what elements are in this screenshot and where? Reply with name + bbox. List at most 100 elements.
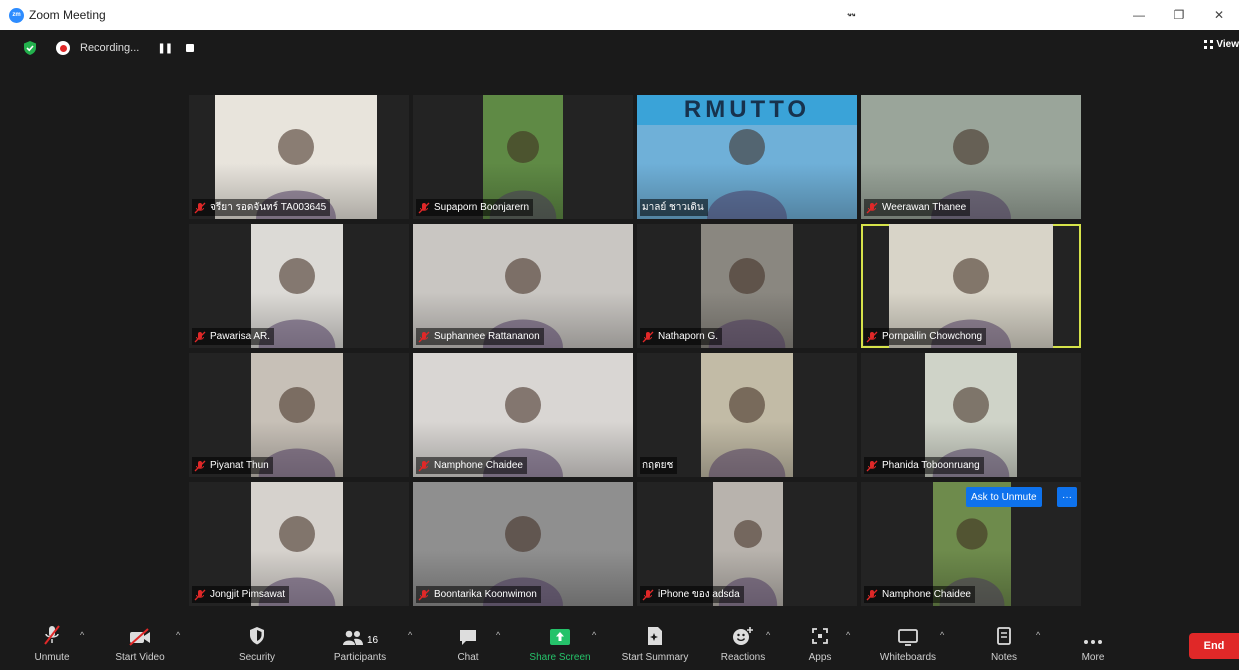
participant-name-tag: Phanida Toboonruang xyxy=(864,457,984,474)
start-video-label: Start Video xyxy=(115,652,165,663)
participant-video-tile[interactable]: Phanida Toboonruang xyxy=(861,353,1081,477)
share-options-caret[interactable]: ^ xyxy=(592,630,596,640)
participant-name-tag: Jongjit Pimsawat xyxy=(192,586,290,603)
chat-label: Chat xyxy=(457,652,479,663)
whiteboards-button[interactable]: Whiteboards xyxy=(868,620,948,670)
meeting-topbar: Recording... ❚❚ View xyxy=(0,30,1239,66)
participant-name: มาลย์ ชาวเดิน xyxy=(642,202,704,213)
participant-name-tag: Pawarisa AR. xyxy=(192,328,275,345)
participant-name: Supaporn Boonjarern xyxy=(434,202,530,213)
rmutto-banner: RMUTTO xyxy=(637,95,857,125)
participant-name-tag: iPhone ของ adsda xyxy=(640,586,744,603)
participant-name: Pornpailin Chowchong xyxy=(882,331,983,342)
apps-button[interactable]: Apps xyxy=(802,620,838,670)
recording-icon xyxy=(56,41,70,55)
chat-button[interactable]: Chat xyxy=(448,620,488,670)
start-summary-button[interactable]: Start Summary xyxy=(612,620,698,670)
participant-video-tile[interactable]: Suphannee Rattananon xyxy=(413,224,633,348)
mic-muted-icon xyxy=(642,589,654,600)
minimize-button[interactable]: — xyxy=(1119,8,1159,22)
restore-button[interactable]: ❐ xyxy=(1159,8,1199,22)
video-off-icon xyxy=(129,628,150,646)
participants-label: Participants xyxy=(333,652,387,663)
mic-muted-icon xyxy=(418,331,430,342)
video-options-caret[interactable]: ^ xyxy=(176,630,180,640)
participant-video-tile[interactable]: Supaporn Boonjarern xyxy=(413,95,633,219)
notes-label: Notes xyxy=(990,652,1018,663)
end-meeting-button[interactable]: End xyxy=(1189,633,1239,659)
participant-more-button[interactable]: ··· xyxy=(1057,487,1077,507)
whiteboards-options-caret[interactable]: ^ xyxy=(940,630,944,640)
audio-options-caret[interactable]: ^ xyxy=(80,630,84,640)
stop-recording-button[interactable] xyxy=(186,44,195,52)
mic-muted-icon xyxy=(194,202,206,213)
mic-muted-icon xyxy=(194,460,206,471)
unmute-button[interactable]: Unmute xyxy=(28,620,76,670)
chat-options-caret[interactable]: ^ xyxy=(496,630,500,640)
participant-name-tag: มาลย์ ชาวเดิน xyxy=(640,199,708,216)
summary-document-icon xyxy=(648,627,662,645)
apps-label: Apps xyxy=(808,652,832,663)
participant-video-tile[interactable]: กฤตยช xyxy=(637,353,857,477)
recording-label: Recording... xyxy=(80,42,140,54)
participant-name-tag: Suphannee Rattananon xyxy=(416,328,544,345)
share-screen-button[interactable]: Share Screen xyxy=(522,620,598,670)
ask-to-unmute-button[interactable]: Ask to Unmute xyxy=(966,487,1042,507)
unmute-label: Unmute xyxy=(34,652,70,663)
participant-name-tag: Pornpailin Chowchong xyxy=(864,328,987,345)
mic-muted-icon xyxy=(866,460,878,471)
participant-video-tile[interactable]: Piyanat Thun xyxy=(189,353,409,477)
participant-name: Nathaporn G. xyxy=(658,331,719,342)
reactions-button[interactable]: Reactions xyxy=(714,620,772,670)
mic-muted-icon xyxy=(194,331,206,342)
participant-video xyxy=(701,353,793,477)
participant-name-tag: Supaporn Boonjarern xyxy=(416,199,534,216)
participant-count: 16 xyxy=(366,635,379,646)
notes-button[interactable]: Notes xyxy=(982,620,1026,670)
participant-name: Namphone Chaidee xyxy=(882,589,971,600)
encryption-shield-icon[interactable] xyxy=(22,40,38,56)
mic-muted-icon xyxy=(642,331,654,342)
view-button[interactable]: View xyxy=(1204,39,1239,50)
zoom-logo-icon: zm xyxy=(9,7,24,23)
close-button[interactable]: ✕ xyxy=(1199,8,1239,22)
participant-video-tile[interactable]: Nathaporn G. xyxy=(637,224,857,348)
share-screen-label: Share Screen xyxy=(529,652,591,663)
participant-video-tile[interactable]: Boontarika Koonwimon xyxy=(413,482,633,606)
apps-icon xyxy=(812,628,828,644)
view-label: View xyxy=(1216,39,1239,50)
window-title: Zoom Meeting xyxy=(29,8,106,22)
participant-video-tile[interactable]: จรียา รอดจันทร์ TA003645 xyxy=(189,95,409,219)
whiteboards-label: Whiteboards xyxy=(879,652,937,663)
reactions-options-caret[interactable]: ^ xyxy=(766,630,770,640)
more-button[interactable]: More xyxy=(1072,620,1114,670)
participants-button[interactable]: 16 Participants xyxy=(325,620,395,670)
participant-name: Pawarisa AR. xyxy=(210,331,271,342)
participants-options-caret[interactable]: ^ xyxy=(408,630,412,640)
security-shield-icon xyxy=(250,627,264,645)
participant-name: กฤตยช xyxy=(642,460,674,471)
participant-name-tag: Weerawan Thanee xyxy=(864,199,971,216)
mic-muted-icon xyxy=(418,589,430,600)
participant-video-tile[interactable]: RMUTTO มาลย์ ชาวเดิน xyxy=(637,95,857,219)
window-controls: — ❐ ✕ xyxy=(1119,0,1239,30)
notes-options-caret[interactable]: ^ xyxy=(1036,630,1040,640)
participant-video-tile[interactable]: Jongjit Pimsawat xyxy=(189,482,409,606)
participant-name-tag: Boontarika Koonwimon xyxy=(416,586,541,603)
participant-video-tile[interactable]: Pornpailin Chowchong xyxy=(861,224,1081,348)
apps-options-caret[interactable]: ^ xyxy=(846,630,850,640)
start-summary-label: Start Summary xyxy=(621,652,689,663)
pause-recording-button[interactable]: ❚❚ xyxy=(157,43,173,54)
more-label: More xyxy=(1081,652,1105,663)
security-button[interactable]: Security xyxy=(230,620,284,670)
window-titlebar: zm Zoom Meeting ู ู — ❐ ✕ xyxy=(0,0,1239,30)
participant-video-tile[interactable]: Namphone Chaidee xyxy=(413,353,633,477)
participant-video-tile[interactable]: iPhone ของ adsda xyxy=(637,482,857,606)
participant-video-tile[interactable]: Pawarisa AR. xyxy=(189,224,409,348)
participant-video-tile[interactable]: Weerawan Thanee xyxy=(861,95,1081,219)
mic-muted-icon xyxy=(866,202,878,213)
mic-muted-icon xyxy=(866,331,878,342)
start-video-button[interactable]: Start Video xyxy=(110,620,170,670)
participant-name-tag: Namphone Chaidee xyxy=(864,586,975,603)
share-screen-icon xyxy=(550,629,570,645)
